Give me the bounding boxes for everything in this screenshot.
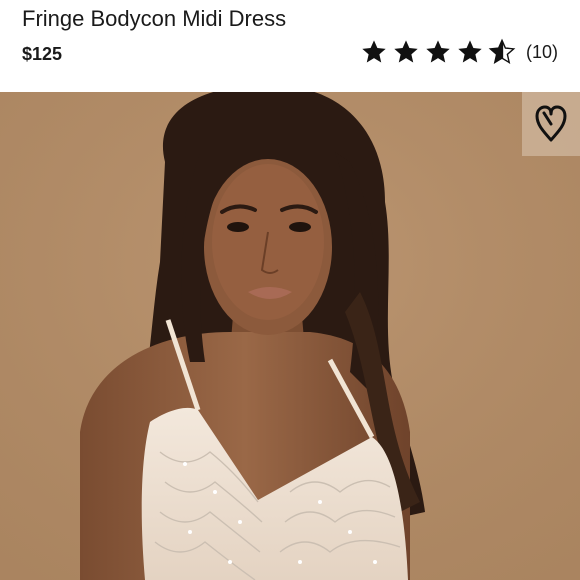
- review-count[interactable]: (10): [526, 42, 558, 63]
- favorite-button[interactable]: [522, 92, 580, 156]
- star-icon: [458, 40, 482, 63]
- star-icon: [362, 40, 386, 63]
- product-header: Fringe Bodycon Midi Dress $125 (10): [0, 0, 580, 92]
- heart-outline-icon: [535, 105, 567, 142]
- model-photo: [0, 92, 580, 580]
- product-image[interactable]: [0, 92, 580, 580]
- product-page: Fringe Bodycon Midi Dress $125 (10): [0, 0, 580, 580]
- star-icon: [394, 40, 418, 63]
- product-price: $125: [22, 44, 63, 64]
- half-star-icon: [488, 38, 516, 64]
- rating-stars[interactable]: (10): [360, 38, 558, 66]
- star-icon: [426, 40, 450, 63]
- product-title: Fringe Bodycon Midi Dress: [22, 6, 287, 31]
